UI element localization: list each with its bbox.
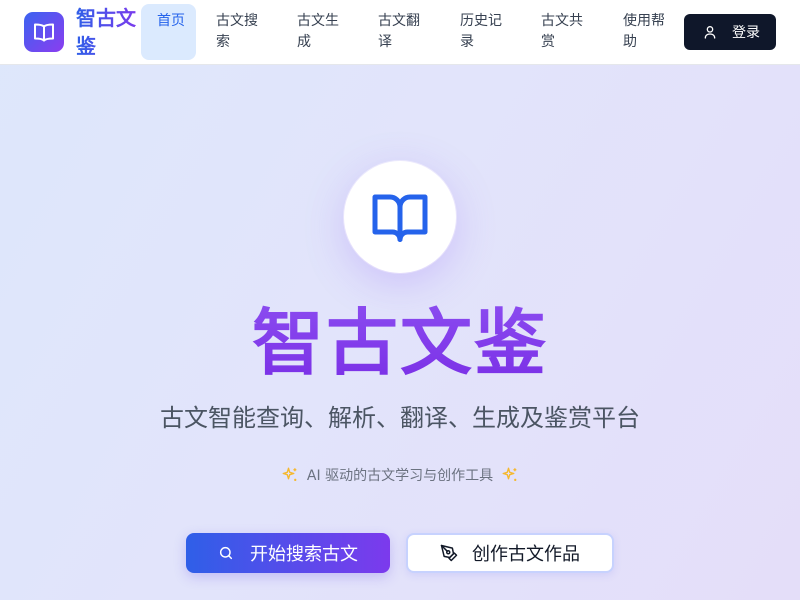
nav-item-label: 古文搜索 bbox=[216, 13, 258, 50]
nav-item-label: 首页 bbox=[157, 13, 185, 29]
nav-item-search[interactable]: 古文搜索 bbox=[200, 4, 272, 60]
start-search-button[interactable]: 开始搜索古文 bbox=[186, 533, 390, 573]
login-label: 登录 bbox=[732, 25, 760, 41]
sparkle-icon bbox=[282, 467, 297, 481]
login-button[interactable]: 登录 bbox=[684, 14, 776, 50]
nav-item-label: 使用帮助 bbox=[623, 13, 665, 50]
sparkle-icon bbox=[502, 467, 517, 481]
nav-item-label: 历史记录 bbox=[460, 13, 502, 50]
nav-item-translate[interactable]: 古文翻译 bbox=[362, 4, 434, 60]
pen-tool-icon bbox=[440, 544, 458, 562]
logo[interactable] bbox=[24, 12, 64, 52]
top-navbar: 智古文鉴 首页 古文搜索 古文生成 古文翻译 历史记录 古文共赏 使用帮助 登录 bbox=[0, 0, 800, 65]
nav-item-home[interactable]: 首页 bbox=[141, 4, 196, 60]
create-work-label: 创作古文作品 bbox=[472, 544, 580, 565]
create-work-button[interactable]: 创作古文作品 bbox=[406, 533, 614, 573]
nav-item-label: 古文翻译 bbox=[378, 13, 420, 50]
hero-title: 智古文鉴 bbox=[0, 300, 800, 386]
hero-emblem bbox=[344, 161, 456, 273]
nav-item-share[interactable]: 古文共赏 bbox=[525, 4, 597, 60]
nav-item-label: 古文共赏 bbox=[541, 13, 583, 50]
nav-item-label: 古文生成 bbox=[297, 13, 339, 50]
start-search-label: 开始搜索古文 bbox=[250, 544, 358, 565]
search-icon bbox=[219, 546, 233, 560]
book-open-icon bbox=[372, 194, 428, 242]
tagline-text: AI 驱动的古文学习与创作工具 bbox=[306, 468, 494, 484]
book-icon bbox=[34, 23, 54, 42]
nav-item-history[interactable]: 历史记录 bbox=[444, 4, 516, 60]
brand-name[interactable]: 智古文鉴 bbox=[76, 4, 138, 60]
hero-subtitle: 古文智能查询、解析、翻译、生成及鉴赏平台 bbox=[160, 404, 640, 432]
hero-tagline: AI 驱动的古文学习与创作工具 bbox=[0, 465, 800, 485]
user-icon bbox=[704, 26, 716, 39]
nav-item-generate[interactable]: 古文生成 bbox=[281, 4, 353, 60]
nav-item-help[interactable]: 使用帮助 bbox=[607, 4, 679, 60]
